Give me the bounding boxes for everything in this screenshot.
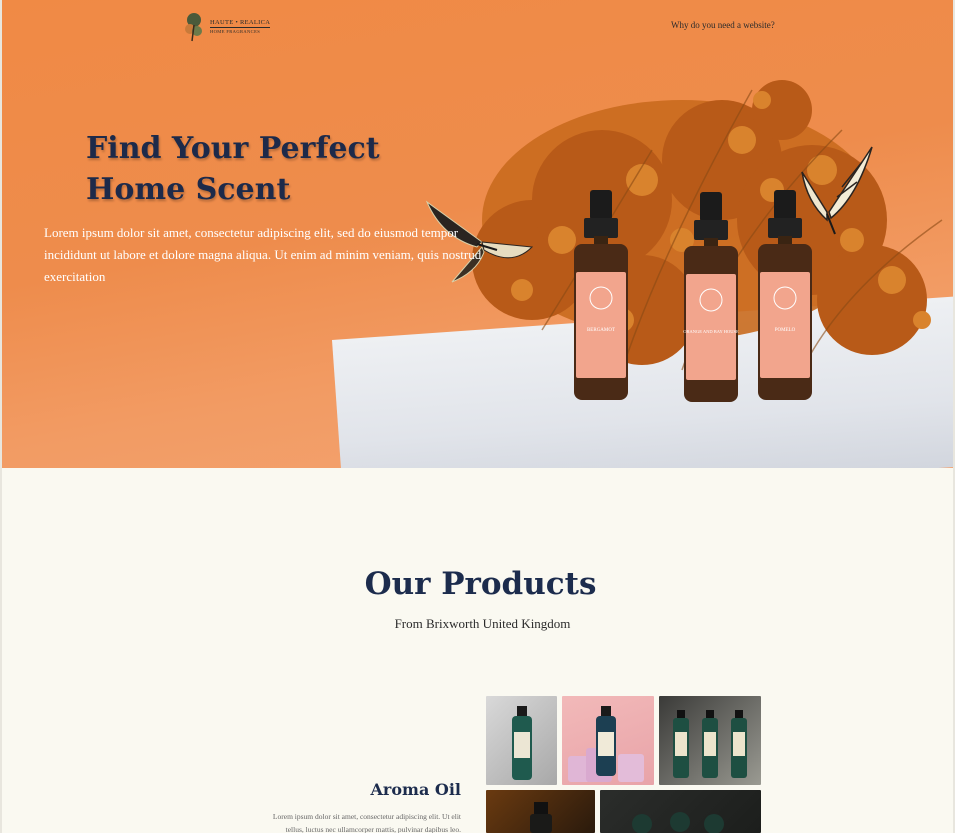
- hero-title-line1: Find Your Perfect: [86, 131, 380, 166]
- dark-bottle-image: [530, 802, 552, 833]
- bottle-orange-bay: ORANGE AND BAY HOUSE: [683, 192, 739, 402]
- product-description: Lorem ipsum dolor sit amet, consectetur …: [230, 810, 461, 833]
- product-description-line1: Lorem ipsum dolor sit amet, consectetur …: [272, 812, 461, 821]
- logo-emblem-icon: [185, 13, 202, 42]
- gallery-image-4[interactable]: [486, 790, 595, 833]
- logo-wordmark: HAUTE • REALICA HOME FRAGRANCES: [210, 19, 271, 35]
- nav-link-why-website[interactable]: Why do you need a website?: [671, 20, 775, 30]
- site-logo[interactable]: HAUTE • REALICA HOME FRAGRANCES: [182, 9, 274, 45]
- products-section-title: Our Products: [364, 566, 597, 602]
- products-section-subtitle: From Brixworth United Kingdom: [394, 616, 571, 631]
- bottle-bergamot: BERGAMOT: [574, 190, 628, 400]
- hero-section: BERGAMOT ORANGE AND BAY HOUSE POMELO Fin…: [2, 0, 953, 468]
- gallery-image-5[interactable]: [600, 790, 761, 833]
- gallery-image-2[interactable]: [562, 696, 654, 785]
- hero-description: Lorem ipsum dolor sit amet, consectetur …: [44, 225, 482, 284]
- bottle-with-candles-image: [568, 706, 644, 782]
- product-name: Aroma Oil: [370, 780, 461, 799]
- butterfly-right-image: [801, 146, 873, 235]
- green-bottle-image: [512, 706, 532, 780]
- three-green-bottles-image: [673, 710, 747, 778]
- gallery-image-3[interactable]: [659, 696, 761, 785]
- bottles-dark-background-image: [632, 812, 724, 833]
- hero-title: Find Your Perfect Home Scent: [86, 128, 406, 210]
- hero-title-line2: Home Scent: [86, 172, 291, 207]
- logo-brand-text: HAUTE • REALICA: [210, 19, 271, 28]
- product-description-line2: tellus, luctus nec ullamcorper mattis, p…: [285, 825, 461, 833]
- logo-subtitle-text: HOME FRAGRANCES: [210, 29, 261, 34]
- bottle-label-text: BERGAMOT: [587, 328, 615, 333]
- gallery-image-1[interactable]: [486, 696, 557, 785]
- bottle-label-text: POMELO: [775, 328, 796, 333]
- bottle-label-text: ORANGE AND BAY HOUSE: [683, 329, 739, 334]
